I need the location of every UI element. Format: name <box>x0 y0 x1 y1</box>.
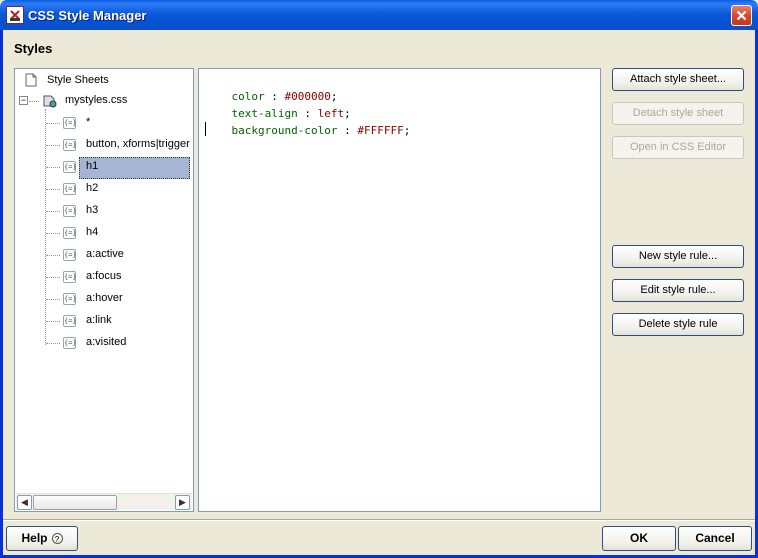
style-rule-item[interactable]: a:focus <box>86 270 121 282</box>
help-button[interactable]: Help? <box>6 526 78 551</box>
help-icon: ? <box>51 533 63 545</box>
style-rule-item[interactable]: a:hover <box>86 292 123 304</box>
style-rule-item[interactable]: a:active <box>86 248 124 260</box>
css-property: background-color <box>231 124 338 137</box>
style-rule-icon: {=} <box>63 249 77 261</box>
window-title: CSS Style Manager <box>28 8 147 23</box>
style-rule-icon: {=} <box>63 337 77 349</box>
style-rule-item[interactable]: h4 <box>86 226 98 238</box>
delete-style-rule-button[interactable]: Delete style rule <box>612 313 744 336</box>
tree-connector <box>46 255 60 256</box>
style-rule-item[interactable]: a:visited <box>86 336 126 348</box>
chevron-right-icon: ▶ <box>179 497 186 507</box>
edit-style-rule-button[interactable]: Edit style rule... <box>612 279 744 302</box>
tree-connector <box>46 145 60 146</box>
tree-connector <box>46 167 60 168</box>
new-style-rule-button[interactable]: New style rule... <box>612 245 744 268</box>
close-button[interactable] <box>731 5 752 26</box>
stylesheet-icon <box>43 95 57 108</box>
code-line: color : #000000; <box>205 71 338 103</box>
footer-separator <box>3 519 755 521</box>
style-rule-icon: {=} <box>63 139 77 151</box>
help-label: Help <box>21 531 48 545</box>
chevron-left-icon: ◀ <box>21 497 28 507</box>
css-terminator: ; <box>403 124 411 137</box>
stylesheet-label[interactable]: mystyles.css <box>65 94 127 106</box>
tree-connector <box>46 321 60 322</box>
document-icon <box>25 73 37 87</box>
style-rule-item[interactable]: h1 <box>86 160 98 172</box>
tree-connector <box>46 211 60 212</box>
tree-connector <box>46 299 60 300</box>
tree-connector <box>46 277 60 278</box>
detach-style-sheet-button[interactable]: Detach style sheet <box>612 102 744 125</box>
style-rule-item[interactable]: * <box>86 116 90 128</box>
window-border-left <box>0 30 3 558</box>
tree-connector <box>46 189 60 190</box>
css-separator: : <box>337 124 358 137</box>
style-rule-icon: {=} <box>63 205 77 217</box>
title-bar[interactable]: CSS Style Manager <box>0 0 758 30</box>
horizontal-scrollbar[interactable]: ◀ ▶ <box>16 493 192 510</box>
ok-button[interactable]: OK <box>602 526 676 551</box>
tree-root-label: Style Sheets <box>47 74 109 86</box>
stylesheet-tree[interactable]: Style Sheets − mystyles.css {=} * {=} butto… <box>14 68 194 512</box>
style-rule-item[interactable]: a:link <box>86 314 112 326</box>
code-line: background-color : #FFFFFF; <box>205 105 411 137</box>
style-rule-icon: {=} <box>63 117 77 129</box>
open-in-css-editor-button[interactable]: Open in CSS Editor <box>612 136 744 159</box>
css-value: #FFFFFF <box>357 124 404 137</box>
style-rule-icon: {=} <box>63 161 77 173</box>
style-rule-item[interactable]: button, xforms|trigger <box>86 138 190 150</box>
cancel-button[interactable]: Cancel <box>678 526 752 551</box>
section-heading: Styles <box>14 41 53 56</box>
scroll-thumb[interactable] <box>33 495 117 510</box>
style-rule-icon: {=} <box>63 315 77 327</box>
style-rule-icon: {=} <box>63 271 77 283</box>
css-manager-icon <box>6 6 24 24</box>
attach-style-sheet-button[interactable]: Attach style sheet... <box>612 68 744 91</box>
css-editor[interactable]: color : #000000; text-align : left; back… <box>198 68 601 512</box>
scroll-left-button[interactable]: ◀ <box>17 495 32 510</box>
style-rule-icon: {=} <box>63 183 77 195</box>
text-caret <box>205 122 206 136</box>
tree-connector <box>46 233 60 234</box>
style-rule-item[interactable]: h2 <box>86 182 98 194</box>
style-rule-icon: {=} <box>63 227 77 239</box>
style-rule-item[interactable]: h3 <box>86 204 98 216</box>
tree-connector <box>46 343 60 344</box>
tree-connector <box>46 123 60 124</box>
close-icon <box>736 10 747 21</box>
collapse-toggle[interactable]: − <box>19 96 28 105</box>
code-line: text-align : left; <box>205 88 351 120</box>
scroll-right-button[interactable]: ▶ <box>175 495 190 510</box>
style-rule-icon: {=} <box>63 293 77 305</box>
